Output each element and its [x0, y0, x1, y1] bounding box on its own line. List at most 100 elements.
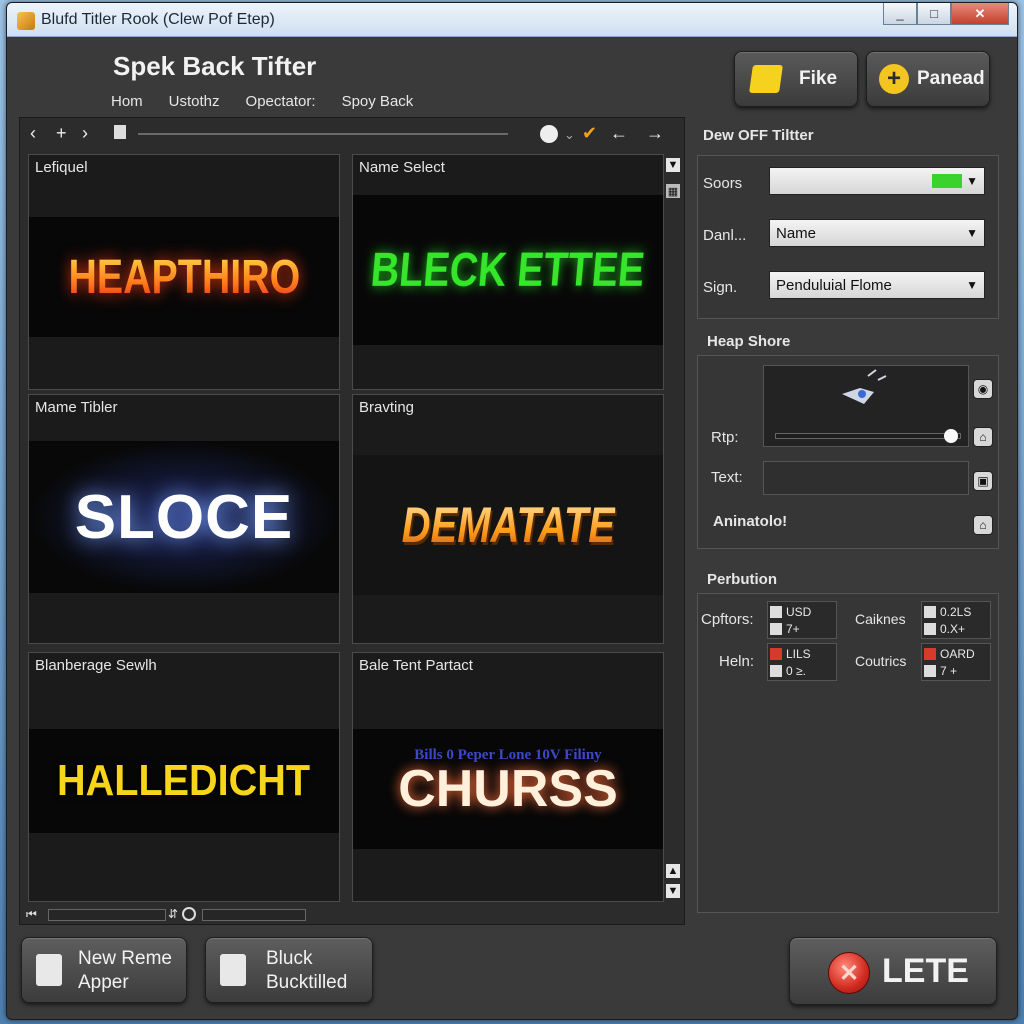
timeline-bar[interactable] [202, 909, 306, 921]
value-line: OARD [940, 647, 975, 661]
rtp-slider[interactable] [775, 429, 961, 443]
tile-label: Mame Tibler [35, 399, 118, 416]
perbution-row-label: Heln: [719, 653, 755, 670]
tile-label: Blanberage Sewlh [35, 657, 157, 674]
main-menu: Hom Ustothz Opectator: Spoy Back [111, 93, 413, 110]
soors-select[interactable]: ▼ [769, 167, 985, 195]
button-line: Bluck [266, 948, 313, 969]
title-art: BLECK ETTEE [369, 243, 647, 297]
chevron-down-icon: ▼ [966, 226, 978, 240]
app-icon [17, 12, 35, 30]
document-icon [36, 954, 62, 986]
maximize-button[interactable]: □ [917, 3, 951, 25]
page-title: Spek Back Tifter [113, 51, 317, 81]
perbution-section [697, 593, 999, 913]
chevron-right-icon[interactable]: › [82, 123, 88, 144]
gallery-scrollbar[interactable]: ▼ ▦ ▲ ▼ [664, 154, 682, 914]
folder-icon [749, 65, 783, 93]
new-reme-button[interactable]: New Reme Apper [21, 937, 187, 1003]
menu-item-opectator[interactable]: Opectator: [246, 93, 316, 110]
gallery-scrubber[interactable] [138, 133, 508, 135]
perbution-row-label: Caiknes [855, 611, 906, 627]
panead-button[interactable]: + Panead [866, 51, 990, 107]
gallery-tile[interactable]: Blanberage Sewlh HALLEDICHT [28, 652, 340, 902]
stop-square-icon[interactable] [114, 125, 126, 139]
color-swatch [770, 665, 782, 677]
filter-row-label: Soors [703, 175, 743, 192]
tile-preview: HEAPTHIRO [29, 217, 339, 337]
gallery-tile[interactable]: Name Select BLECK ETTEE [352, 154, 664, 390]
rtp-label: Rtp: [711, 429, 739, 446]
gallery-tile[interactable]: Bale Tent Partact CHURSS Bills 0 Peper L… [352, 652, 664, 902]
gallery-toolbar: ‹ + › ⌄ ✔ ← → [20, 118, 684, 150]
button-line: New Reme [78, 948, 172, 969]
plus-icon[interactable]: + [56, 123, 67, 144]
chevron-down-icon[interactable]: ⌄ [564, 127, 575, 143]
select-value: Penduluial Flome [776, 277, 892, 294]
select-value: Name [776, 225, 817, 242]
text-input[interactable] [763, 461, 969, 495]
lock-icon[interactable]: ⌂ [973, 515, 993, 535]
slider-knob[interactable] [943, 429, 958, 443]
window-title: Blufd Titler Rook (Clew Pof Etep) [41, 11, 275, 28]
color-swatch [770, 648, 782, 660]
title-art: CHURSS [398, 760, 618, 818]
zoom-icon[interactable]: ⏮ [26, 907, 37, 922]
gallery-tile[interactable]: Mame Tibler SLOCE [28, 394, 340, 644]
value-box[interactable]: USD 7+ [767, 601, 837, 639]
color-swatch [924, 606, 936, 618]
minimize-button[interactable]: _ [883, 3, 917, 25]
close-button[interactable]: ✕ [951, 3, 1009, 25]
sign-select[interactable]: Penduluial Flome ▼ [769, 271, 985, 299]
grid-icon[interactable]: ▦ [666, 184, 680, 198]
title-art: HALLEDICHT [57, 756, 311, 805]
delete-button[interactable]: ✕ LETE [789, 937, 997, 1005]
value-box[interactable]: 0.2LS 0.X+ [921, 601, 991, 639]
perbution-section-title: Perbution [707, 571, 777, 588]
tile-preview: SLOCE [29, 441, 339, 593]
color-swatch [924, 623, 936, 635]
cancel-icon: ✕ [828, 952, 870, 994]
gallery-tile[interactable]: Lefiquel HEAPTHIRO [28, 154, 340, 390]
scroll-down-icon[interactable]: ▼ [666, 158, 680, 172]
danl-select[interactable]: Name ▼ [769, 219, 985, 247]
menu-item-spoy-back[interactable]: Spoy Back [342, 93, 414, 110]
scroll-down-icon[interactable]: ▼ [666, 884, 680, 898]
gallery-status-bar: ⏮ ⇵ [26, 906, 326, 922]
scroll-up-icon[interactable]: ▲ [666, 864, 680, 878]
chevron-down-icon: ▼ [966, 278, 978, 292]
value-box[interactable]: LILS 0 ≥. [767, 643, 837, 681]
perbution-row-label: Coutrics [855, 653, 907, 669]
panead-button-label: Panead [917, 68, 985, 89]
title-art: DEMATATE [401, 497, 615, 553]
check-icon[interactable]: ✔ [582, 123, 597, 144]
tile-preview: DEMATATE [353, 455, 663, 595]
stepper-icon[interactable]: ⇵ [168, 907, 178, 921]
value-box[interactable]: OARD 7 + [921, 643, 991, 681]
color-swatch [924, 665, 936, 677]
record-icon[interactable] [540, 125, 558, 143]
color-swatch [932, 174, 962, 188]
settings-icon[interactable]: ◉ [973, 379, 993, 399]
zoom-slider[interactable] [48, 909, 166, 921]
bluck-button[interactable]: Bluck Bucktilled [205, 937, 373, 1003]
record-icon[interactable] [182, 907, 196, 921]
menu-item-ustothz[interactable]: Ustothz [169, 93, 220, 110]
heap-section-title: Heap Shore [707, 333, 791, 350]
fike-button[interactable]: Fike [734, 51, 858, 107]
menu-item-home[interactable]: Hom [111, 93, 143, 110]
color-swatch [924, 648, 936, 660]
gallery-tile[interactable]: Bravting DEMATATE [352, 394, 664, 644]
tile-subtitle-art: Bills 0 Peper Lone 10V Filiny [414, 747, 602, 763]
chevron-left-icon[interactable]: ‹ [30, 123, 36, 144]
chevron-down-icon: ▼ [966, 174, 978, 188]
text-label: Text: [711, 469, 743, 486]
value-line: 0 ≥. [786, 664, 806, 678]
filter-section-title: Dew OFF Tiltter [703, 127, 814, 144]
back-arrow-icon[interactable]: ← [610, 123, 628, 144]
save-icon[interactable]: ▣ [973, 471, 993, 491]
forward-arrow-icon[interactable]: → [646, 123, 664, 144]
lock-icon[interactable]: ⌂ [973, 427, 993, 447]
delete-button-label: LETE [882, 952, 969, 990]
tile-preview: HALLEDICHT [29, 729, 339, 833]
